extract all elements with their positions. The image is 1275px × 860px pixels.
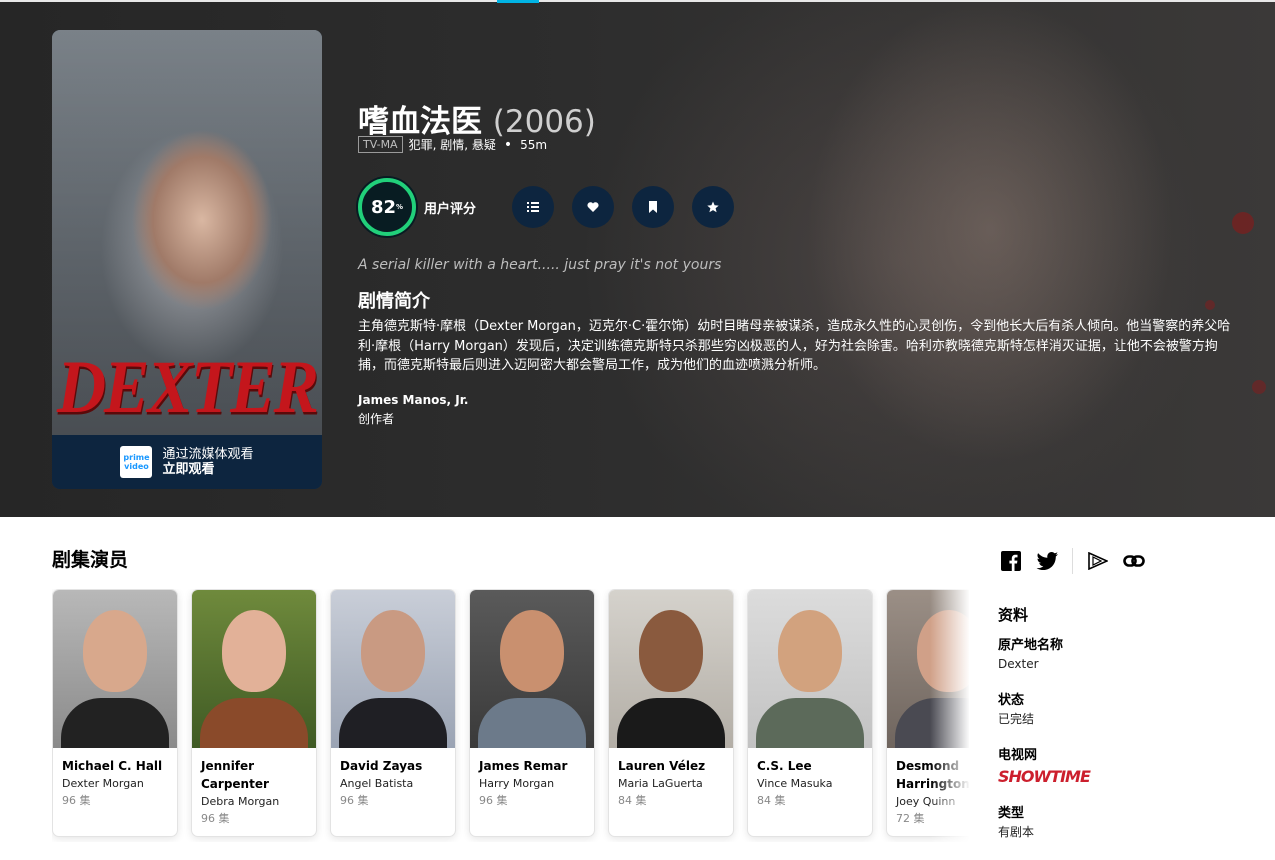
user-score-unit: %: [396, 203, 404, 211]
homepage-link-icon[interactable]: [1123, 550, 1145, 572]
watchlist-button[interactable]: [632, 186, 674, 228]
facts-sidebar: 资料 原产地名称 Dexter 状态 已完结 电视网 SHOWTIME 类型 有…: [998, 604, 1258, 860]
status-value: 已完结: [998, 712, 1035, 726]
backdrop-detail: [1205, 300, 1215, 310]
poster[interactable]: DEXTER prime video 通过流媒体观看 立即观看: [52, 30, 322, 489]
list-icon: [527, 202, 539, 212]
cast-episodes: 96 集: [201, 812, 230, 825]
creator-name[interactable]: James Manos, Jr.: [358, 393, 468, 407]
cast-character: Vince Masuka: [757, 777, 833, 790]
cast-episodes: 96 集: [62, 794, 91, 807]
cast-photo[interactable]: [192, 590, 316, 748]
cast-character: Debra Morgan: [201, 795, 280, 808]
watch-provider-text: 通过流媒体观看: [162, 447, 254, 462]
separator-dot: •: [503, 136, 513, 153]
cast-episodes: 84 集: [618, 794, 647, 807]
cast-name[interactable]: James Remar: [479, 757, 586, 775]
bookmark-icon: [649, 201, 657, 213]
cast-photo[interactable]: [609, 590, 733, 748]
user-score-label: 用户评分: [424, 201, 477, 217]
action-bar: 82% 用户评分: [358, 178, 734, 236]
cast-card[interactable]: Jennifer Carpenter Debra Morgan 96 集: [191, 589, 317, 837]
cast-name[interactable]: Lauren Vélez: [618, 757, 725, 775]
backdrop-detail: [1232, 212, 1254, 234]
user-score-chart[interactable]: 82%: [358, 178, 416, 236]
type-label: 类型: [998, 806, 1025, 821]
prime-video-logo: prime video: [120, 446, 153, 478]
social-links: [1000, 548, 1145, 574]
cast-photo[interactable]: [331, 590, 455, 748]
show-title-text[interactable]: 嗜血法医: [358, 104, 482, 140]
cast-name[interactable]: Michael C. Hall: [62, 757, 169, 775]
justwatch-icon[interactable]: [1087, 550, 1109, 572]
cast-episodes: 96 集: [479, 794, 508, 807]
creator-role: 创作者: [358, 412, 395, 426]
hero-header: DEXTER prime video 通过流媒体观看 立即观看 嗜血法医 (20…: [0, 0, 1275, 517]
cast-card[interactable]: C.S. Lee Vince Masuka 84 集: [747, 589, 873, 837]
cast-character: Angel Batista: [340, 777, 414, 790]
original-name-value: Dexter: [998, 657, 1039, 671]
watch-now-button[interactable]: prime video 通过流媒体观看 立即观看: [52, 435, 322, 489]
prime-logo-text: prime: [123, 453, 150, 462]
cast-photo[interactable]: [470, 590, 594, 748]
top-divider: [0, 0, 1275, 2]
cast-character: Harry Morgan: [479, 777, 555, 790]
watch-text: 通过流媒体观看 立即观看: [162, 447, 253, 477]
cast-scroller[interactable]: Michael C. Hall Dexter Morgan 96 集 Jenni…: [52, 589, 969, 842]
network-logo[interactable]: SHOWTIME: [998, 767, 1258, 786]
add-to-list-button[interactable]: [512, 186, 554, 228]
type-value: 有剧本: [998, 825, 1035, 839]
status-label: 状态: [998, 693, 1025, 708]
cast-card[interactable]: Michael C. Hall Dexter Morgan 96 集: [52, 589, 178, 837]
prime-logo-text: video: [124, 462, 149, 471]
cast-name[interactable]: C.S. Lee: [757, 757, 864, 775]
poster-title-art: DEXTER: [56, 345, 319, 429]
cast-photo[interactable]: [53, 590, 177, 748]
cast-heading: 剧集演员: [52, 549, 129, 571]
original-name-label: 原产地名称: [998, 638, 1064, 653]
heart-icon: [587, 202, 599, 212]
cast-card[interactable]: Lauren Vélez Maria LaGuerta 84 集: [608, 589, 734, 837]
cast-photo[interactable]: [748, 590, 872, 748]
runtime: 55m: [520, 137, 548, 152]
network-label: 电视网: [998, 748, 1038, 763]
show-facts: TV-MA 犯罪, 剧情, 悬疑 • 55m: [358, 136, 547, 153]
favorite-button[interactable]: [572, 186, 614, 228]
rate-button[interactable]: [692, 186, 734, 228]
show-title[interactable]: 嗜血法医 (2006): [358, 104, 596, 140]
cast-card[interactable]: James Remar Harry Morgan 96 集: [469, 589, 595, 837]
tagline: A serial killer with a heart..... just p…: [358, 257, 722, 273]
star-icon: [707, 201, 719, 213]
cast-card[interactable]: David Zayas Angel Batista 96 集: [330, 589, 456, 837]
cast-character: Maria LaGuerta: [618, 777, 703, 790]
social-divider: [1072, 548, 1073, 574]
overview-text: 主角德克斯特·摩根（Dexter Morgan，迈克尔·C·霍尔饰）幼时目睹母亲…: [358, 319, 1231, 373]
show-year: (2006): [492, 104, 596, 140]
genres[interactable]: 犯罪, 剧情, 悬疑: [409, 136, 496, 153]
watch-now-label: 立即观看: [162, 462, 215, 477]
certification-badge: TV-MA: [358, 136, 403, 153]
facts-heading: 资料: [998, 606, 1029, 624]
facebook-icon[interactable]: [1000, 550, 1022, 572]
scroll-fade: [930, 589, 970, 842]
cast-episodes: 84 集: [757, 794, 786, 807]
cast-episodes: 96 集: [340, 794, 369, 807]
twitter-icon[interactable]: [1036, 550, 1058, 572]
creator: James Manos, Jr. 创作者: [358, 393, 468, 427]
overview-heading: 剧情简介: [358, 291, 430, 312]
cast-name[interactable]: Jennifer Carpenter: [201, 757, 308, 793]
user-score-value: 82: [370, 196, 397, 218]
active-nav-indicator: [497, 0, 539, 3]
backdrop-detail: [1252, 380, 1266, 394]
show-title-block: 嗜血法医 (2006): [358, 96, 596, 141]
cast-name[interactable]: David Zayas: [340, 757, 447, 775]
cast-character: Dexter Morgan: [62, 777, 144, 790]
